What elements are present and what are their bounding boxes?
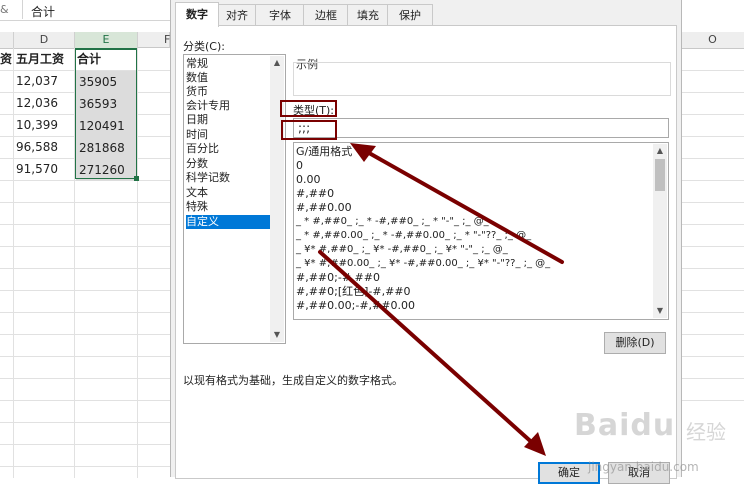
format-item[interactable]: #,##0 (296, 187, 652, 201)
grid-line (681, 246, 744, 247)
grid-line (681, 114, 744, 115)
format-list[interactable]: G/通用格式 0 0.00 #,##0 #,##0.00 _ * #,##0_ … (293, 142, 669, 320)
grid-line (0, 202, 170, 203)
grid-line (0, 312, 170, 313)
cell-d3[interactable]: 12,036 (16, 92, 74, 114)
format-item[interactable]: _ * #,##0_ ;_ * -#,##0_ ;_ * "-"_ ;_ @_ (296, 215, 652, 229)
grid-line (0, 378, 170, 379)
format-item[interactable]: 0 (296, 159, 652, 173)
grid-line (0, 422, 170, 423)
formula-bar: & 合计 (0, 0, 170, 21)
selection-range (75, 48, 137, 179)
column-header-c[interactable] (0, 32, 14, 49)
category-scrollbar[interactable]: ▲ ▼ (270, 56, 284, 342)
grid-line (681, 136, 744, 137)
scroll-down-icon[interactable]: ▼ (270, 328, 284, 342)
cell-d5[interactable]: 96,588 (16, 136, 74, 158)
annotation-box-type-input (281, 120, 337, 140)
category-item[interactable]: 分数 (186, 157, 270, 171)
grid-line (0, 268, 170, 269)
category-list[interactable]: 常规 数值 货币 会计专用 日期 时间 百分比 分数 科学记数 文本 特殊 自定… (183, 54, 286, 344)
grid-line (0, 356, 170, 357)
grid-line (681, 92, 744, 93)
grid-line (0, 224, 170, 225)
format-item[interactable]: G/通用格式 (296, 145, 652, 159)
grid-line (681, 290, 744, 291)
annotation-box-type-label (280, 100, 337, 117)
grid-line (681, 158, 744, 159)
grid-line (137, 48, 138, 478)
grid-line (681, 356, 744, 357)
cell-d1[interactable]: 五月工资 (16, 48, 74, 70)
format-item[interactable]: #,##0.00;-#,##0.00 (296, 299, 652, 313)
format-item[interactable]: 0.00 (296, 173, 652, 187)
category-item[interactable]: 时间 (186, 128, 270, 142)
watermark-cn: 经验 (686, 420, 726, 444)
grid-line (681, 224, 744, 225)
category-item[interactable]: 常规 (186, 57, 270, 71)
category-item[interactable]: 特殊 (186, 200, 270, 214)
format-item[interactable]: #,##0;[红色]-#,##0 (296, 285, 652, 299)
tab-fill[interactable]: 填充 (347, 4, 389, 26)
grid-line (0, 334, 170, 335)
watermark-logo: Baidu (574, 408, 676, 443)
grid-line (0, 246, 170, 247)
category-label: 分类(C): (183, 40, 225, 53)
delete-button[interactable]: 删除(D) (604, 332, 666, 354)
cell-d6[interactable]: 91,570 (16, 158, 74, 180)
tab-border[interactable]: 边框 (303, 4, 349, 26)
category-item[interactable]: 日期 (186, 113, 270, 127)
category-item[interactable]: 科学记数 (186, 171, 270, 185)
format-item[interactable]: #,##0;-#,##0 (296, 271, 652, 285)
format-cells-dialog: 数字 对齐 字体 边框 填充 保护 分类(C): 常规 数值 货币 会计专用 日… (170, 0, 682, 484)
tab-number[interactable]: 数字 (175, 2, 219, 27)
format-item[interactable]: _ * #,##0.00_ ;_ * -#,##0.00_ ;_ * "-"??… (296, 229, 652, 243)
sample-group (293, 62, 671, 96)
category-item-selected[interactable]: 自定义 (186, 215, 270, 229)
cell-d4[interactable]: 10,399 (16, 114, 74, 136)
tab-font[interactable]: 字体 (255, 4, 305, 26)
grid-line (681, 202, 744, 203)
formula-value: 合计 (31, 5, 56, 19)
tab-alignment[interactable]: 对齐 (217, 4, 257, 26)
format-item[interactable]: _ ¥* #,##0.00_ ;_ ¥* -#,##0.00_ ;_ ¥* "-… (296, 257, 652, 271)
grid-line (681, 312, 744, 313)
tab-protection[interactable]: 保护 (387, 4, 433, 26)
fx-icon: & (0, 3, 9, 16)
format-item[interactable]: #,##0.00 (296, 201, 652, 215)
column-header-d[interactable]: D (14, 32, 75, 49)
format-item[interactable]: _ ¥* #,##0_ ;_ ¥* -#,##0_ ;_ ¥* "-"_ ;_ … (296, 243, 652, 257)
category-item[interactable]: 文本 (186, 186, 270, 200)
formula-input[interactable]: 合计 (22, 0, 171, 19)
format-scrollbar[interactable]: ▲ ▼ (653, 144, 667, 318)
grid-line (681, 378, 744, 379)
category-item[interactable]: 数值 (186, 71, 270, 85)
fill-handle[interactable] (134, 176, 139, 181)
grid-line (681, 400, 744, 401)
column-header-o[interactable]: O (681, 32, 744, 49)
grid-line (13, 48, 14, 478)
category-item[interactable]: 货币 (186, 85, 270, 99)
cell-c1[interactable]: 资 (0, 48, 13, 70)
baidu-watermark: Baidu 经验 jingyan.baidu.com (574, 408, 744, 477)
scroll-thumb[interactable] (655, 159, 665, 191)
custom-format-hint: 以现有格式为基础，生成自定义的数字格式。 (183, 374, 403, 387)
cell-d2[interactable]: 12,037 (16, 70, 74, 92)
scroll-down-icon[interactable]: ▼ (653, 304, 667, 318)
scroll-up-icon[interactable]: ▲ (270, 56, 284, 70)
grid-line (0, 444, 170, 445)
category-item[interactable]: 百分比 (186, 142, 270, 156)
grid-line (681, 70, 744, 71)
grid-line (0, 400, 170, 401)
grid-line (0, 466, 170, 467)
column-header-f[interactable]: F (138, 32, 170, 48)
watermark-url: jingyan.baidu.com (588, 460, 699, 474)
grid-line (681, 180, 744, 181)
category-item[interactable]: 会计专用 (186, 99, 270, 113)
grid-line (681, 334, 744, 335)
grid-line (681, 268, 744, 269)
type-input[interactable]: ;;; (293, 118, 669, 138)
scroll-up-icon[interactable]: ▲ (653, 144, 667, 158)
grid-line (0, 290, 170, 291)
